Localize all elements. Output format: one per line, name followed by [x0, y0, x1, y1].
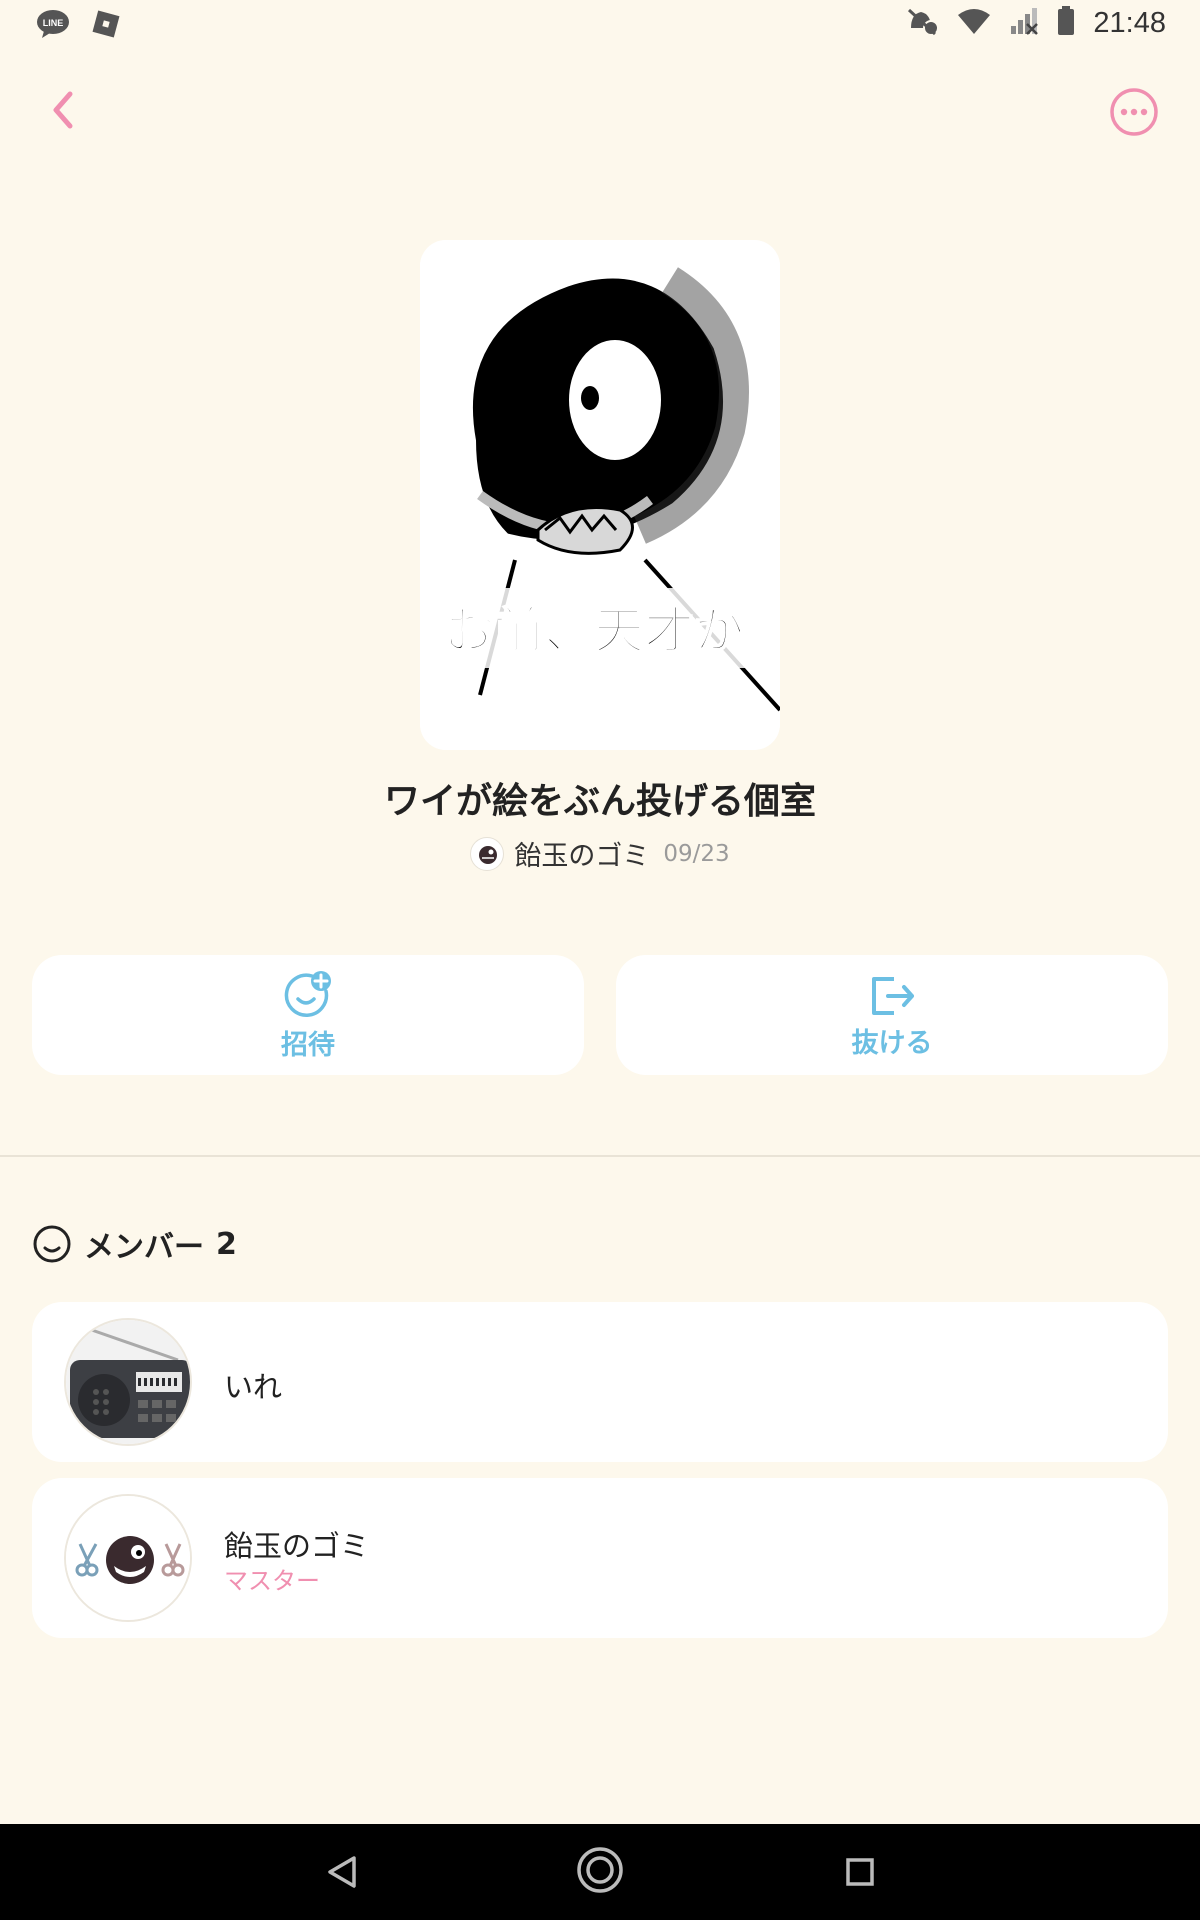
member-avatar[interactable]	[64, 1318, 192, 1446]
cover-illustration: お前、天才か	[420, 240, 780, 750]
radio-icon	[66, 1320, 190, 1444]
section-divider	[0, 1155, 1200, 1157]
nav-home-button[interactable]	[574, 1844, 626, 1900]
invite-icon	[284, 970, 331, 1017]
invite-label: 招待	[281, 1029, 335, 1061]
top-bar	[0, 80, 1200, 144]
alarm-icon	[905, 6, 940, 40]
members-count: 2	[216, 1226, 237, 1262]
back-icon	[53, 91, 73, 129]
member-row[interactable]: 飴玉のゴミ マスター	[32, 1478, 1168, 1638]
invite-button[interactable]: 招待	[32, 955, 584, 1075]
more-icon	[1110, 88, 1158, 136]
members-header: メンバー 2	[32, 1222, 237, 1266]
svg-text:LINE: LINE	[43, 18, 64, 28]
triangle-back-icon	[328, 1856, 356, 1888]
cover-caption: お前、天才か	[444, 602, 744, 660]
members-label: メンバー	[84, 1230, 204, 1265]
clock: 21:48	[1093, 6, 1166, 39]
nav-recents-button[interactable]	[836, 1848, 884, 1900]
member-avatar[interactable]	[64, 1494, 192, 1622]
more-button[interactable]	[1108, 86, 1160, 138]
leave-button[interactable]: 抜ける	[616, 955, 1168, 1075]
owner-avatar[interactable]	[470, 836, 505, 871]
room-date: 09/23	[663, 840, 730, 867]
roblox-icon	[90, 8, 122, 44]
owner-name[interactable]: 飴玉のゴミ	[514, 834, 649, 873]
room-cover-image[interactable]: お前、天才か	[420, 240, 780, 750]
line-app-icon: LINE	[36, 9, 70, 43]
status-bar: LINE 21:48	[0, 0, 1200, 52]
room-title: ワイが絵をぶん投げる個室	[383, 781, 816, 822]
room-owner-line: 飴玉のゴミ 09/23	[0, 834, 1200, 873]
member-role-badge: マスター	[224, 1567, 320, 1595]
system-nav-bar	[0, 1824, 1200, 1920]
smile-icon	[33, 1225, 71, 1263]
nav-back-button[interactable]	[318, 1848, 366, 1900]
battery-icon	[1057, 6, 1075, 40]
exit-icon	[872, 976, 914, 1015]
wifi-icon	[957, 7, 991, 39]
member-name: いれ	[224, 1370, 283, 1404]
leave-label: 抜ける	[851, 1027, 933, 1059]
home-circle-icon	[577, 1847, 623, 1893]
square-recents-icon	[846, 1858, 874, 1886]
member-row[interactable]: いれ	[32, 1302, 1168, 1462]
no-signal-icon	[1009, 6, 1039, 40]
back-button[interactable]	[42, 88, 86, 132]
candy-character-icon	[66, 1496, 190, 1620]
member-name: 飴玉のゴミ	[224, 1529, 370, 1563]
